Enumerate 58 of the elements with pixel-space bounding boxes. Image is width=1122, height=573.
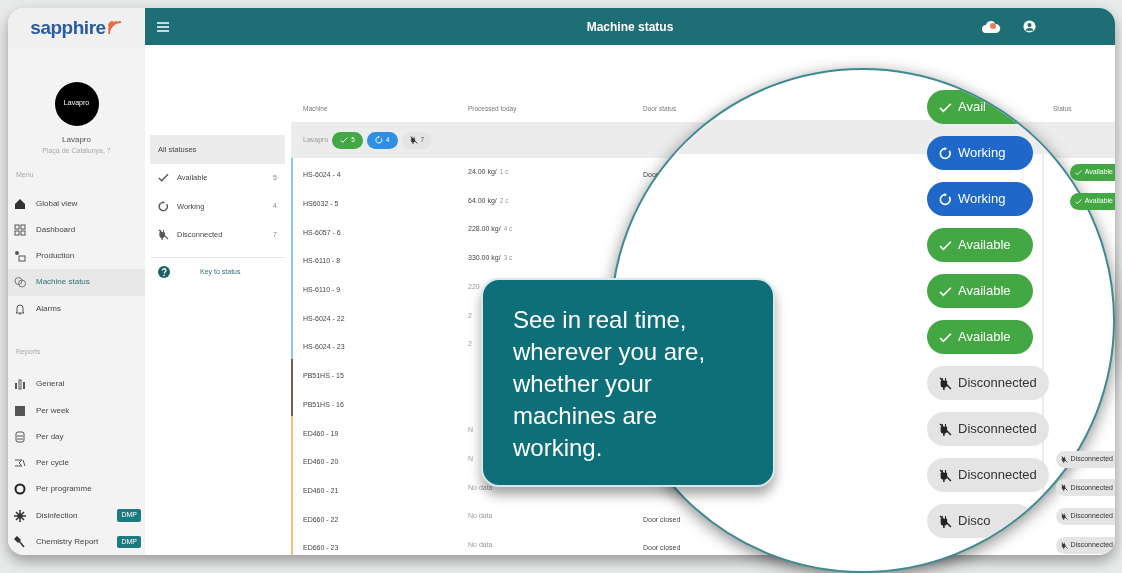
bell-icon — [14, 302, 26, 315]
grid-icon — [14, 224, 26, 236]
refresh-icon — [939, 146, 952, 160]
unplugged-icon — [939, 468, 952, 482]
unplugged-icon — [158, 229, 169, 241]
sidebar-item[interactable]: Alarms — [8, 295, 145, 322]
menu-icon[interactable] — [157, 21, 169, 32]
status-pill: Working — [927, 136, 1033, 170]
unplugged-icon — [1060, 541, 1068, 549]
sidebar-item[interactable]: Per day — [8, 423, 145, 451]
unplugged-icon — [1060, 484, 1068, 492]
status-pill: Disconnected — [927, 458, 1049, 492]
check-icon — [340, 136, 349, 144]
status-pill: Disconnected — [927, 366, 1049, 400]
status-pill: Disconnected — [927, 412, 1049, 446]
refresh-icon — [939, 192, 952, 206]
refresh-icon — [158, 200, 169, 212]
check-icon — [939, 238, 952, 252]
sidebar-item[interactable]: General — [8, 371, 145, 398]
unplugged-icon — [939, 514, 952, 528]
page-title: Machine status — [586, 18, 674, 36]
unplugged-icon — [409, 136, 418, 144]
unplugged-icon — [939, 376, 952, 390]
check-icon — [1074, 168, 1082, 176]
sidebar-item[interactable]: Machine status — [8, 269, 145, 296]
signal-icon — [106, 20, 123, 37]
status-pill: Working — [927, 182, 1033, 216]
unplugged-icon — [1060, 455, 1068, 463]
company-name: Lavapro — [62, 133, 91, 146]
shapes-icon — [14, 250, 26, 263]
check-icon — [939, 284, 952, 298]
status-pill: Available — [927, 228, 1033, 262]
cloud-icon[interactable] — [981, 19, 1001, 34]
check-icon — [158, 172, 169, 184]
user-icon[interactable] — [1023, 20, 1036, 33]
unplugged-icon — [939, 422, 952, 436]
help-icon — [158, 266, 170, 278]
circles-icon — [14, 276, 26, 289]
sidebar-item[interactable]: Global view — [8, 190, 145, 217]
check-icon — [1074, 197, 1082, 205]
refresh-icon — [374, 136, 383, 144]
home-icon — [14, 197, 26, 210]
logo: sapphire — [30, 16, 106, 41]
ring-icon — [14, 483, 26, 496]
status-pill: Available — [927, 320, 1033, 354]
unplugged-icon — [1060, 513, 1068, 521]
sidebar-item[interactable]: Per cycle — [8, 450, 145, 477]
calendar-page-icon — [14, 430, 26, 443]
bar-chart-icon — [14, 378, 26, 391]
sidebar-item[interactable]: Per programme — [8, 476, 145, 503]
check-icon — [939, 330, 952, 344]
sidebar-item[interactable]: Per week — [8, 397, 145, 424]
status-pill: Available — [927, 274, 1033, 308]
sidebar-item[interactable]: Production — [8, 243, 145, 270]
check-icon — [939, 100, 952, 114]
pipette-icon — [14, 535, 26, 548]
callout-text: See in real time, wherever you are, whether your machines are working. — [481, 278, 775, 487]
sidebar-item[interactable]: Dashboard — [8, 216, 145, 244]
